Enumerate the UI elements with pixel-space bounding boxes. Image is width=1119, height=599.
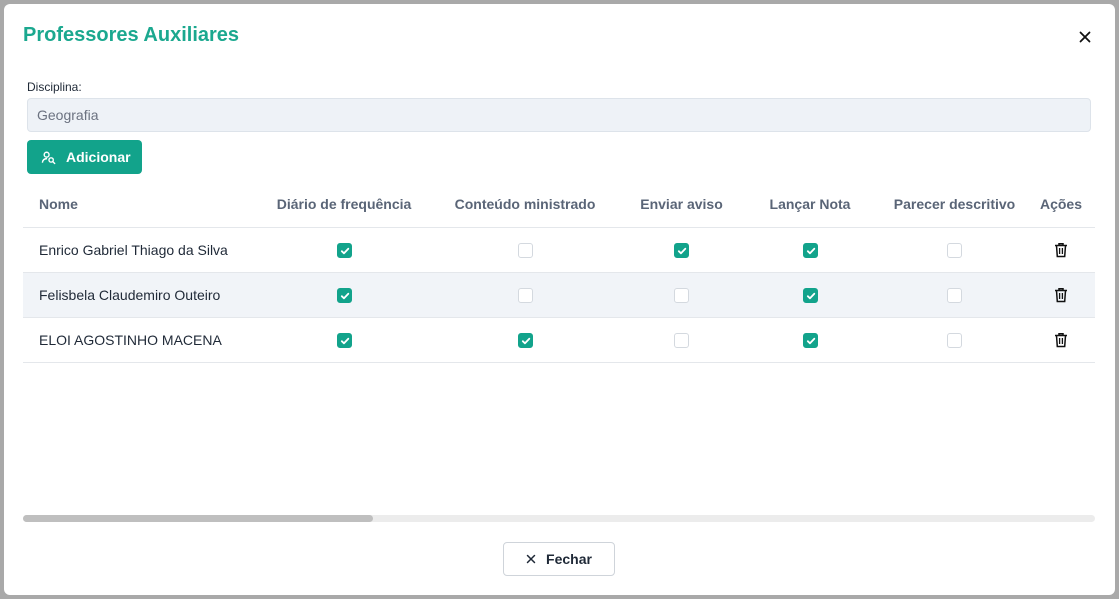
cell-conteudo bbox=[425, 272, 625, 318]
checkbox-nota[interactable] bbox=[802, 287, 818, 303]
check-icon bbox=[340, 337, 349, 345]
professores-table: Nome Diário de frequência Conteúdo minis… bbox=[23, 182, 1095, 363]
professor-name: Felisbela Claudemiro Outeiro bbox=[23, 272, 263, 318]
check-icon bbox=[806, 247, 815, 255]
add-button-label: Adicionar bbox=[66, 149, 131, 165]
checkbox-parecer[interactable] bbox=[947, 332, 962, 348]
cell-conteudo bbox=[425, 317, 625, 363]
user-search-icon bbox=[41, 151, 56, 164]
cell-aviso bbox=[625, 227, 738, 273]
cell-nota bbox=[738, 227, 882, 273]
table-header-row: Nome Diário de frequência Conteúdo minis… bbox=[23, 182, 1095, 228]
fechar-label: Fechar bbox=[546, 551, 592, 567]
cell-acoes bbox=[1027, 317, 1095, 363]
check-icon bbox=[677, 247, 687, 255]
table-row: Felisbela Claudemiro Outeiro bbox=[23, 272, 1095, 318]
checkbox-conteudo[interactable] bbox=[517, 332, 533, 348]
close-icon bbox=[526, 554, 536, 564]
trash-icon[interactable] bbox=[1054, 332, 1068, 348]
checkbox-diario[interactable] bbox=[336, 242, 352, 258]
modal-title: Professores Auxiliares bbox=[23, 24, 240, 46]
check-icon bbox=[521, 337, 530, 345]
cell-nota bbox=[738, 272, 882, 318]
check-icon bbox=[340, 247, 349, 255]
column-header-parecer[interactable]: Parecer descritivo bbox=[882, 182, 1027, 228]
disciplina-label: Disciplina: bbox=[27, 80, 82, 94]
table-row: Enrico Gabriel Thiago da Silva bbox=[23, 227, 1095, 273]
checkbox-aviso[interactable] bbox=[674, 332, 689, 348]
table-row: ELOI AGOSTINHO MACENA bbox=[23, 317, 1095, 363]
checkbox-parecer[interactable] bbox=[947, 242, 962, 258]
column-header-nota[interactable]: Lançar Nota bbox=[738, 182, 882, 228]
column-header-conteudo[interactable]: Conteúdo ministrado bbox=[425, 182, 625, 228]
close-icon[interactable] bbox=[1077, 29, 1093, 45]
checkbox-diario[interactable] bbox=[336, 332, 352, 348]
cell-diario bbox=[263, 227, 425, 273]
cell-parecer bbox=[882, 317, 1027, 363]
check-icon bbox=[340, 292, 349, 300]
cell-diario bbox=[263, 272, 425, 318]
cell-parecer bbox=[882, 272, 1027, 318]
column-header-diario[interactable]: Diário de frequência bbox=[263, 182, 425, 228]
cell-aviso bbox=[625, 317, 738, 363]
professores-auxiliares-modal: Professores Auxiliares Disciplina: Adici… bbox=[4, 4, 1115, 595]
checkbox-conteudo[interactable] bbox=[517, 287, 533, 303]
cell-nota bbox=[738, 317, 882, 363]
cell-parecer bbox=[882, 227, 1027, 273]
checkbox-diario[interactable] bbox=[336, 287, 352, 303]
checkbox-nota[interactable] bbox=[802, 332, 818, 348]
checkbox-nota[interactable] bbox=[802, 242, 818, 258]
fechar-button[interactable]: Fechar bbox=[503, 542, 615, 576]
check-icon bbox=[806, 337, 815, 345]
checkbox-aviso[interactable] bbox=[674, 242, 689, 258]
trash-icon[interactable] bbox=[1054, 287, 1068, 303]
check-icon bbox=[806, 292, 815, 300]
professor-name: Enrico Gabriel Thiago da Silva bbox=[23, 227, 263, 273]
scrollbar-thumb[interactable] bbox=[23, 515, 373, 522]
checkbox-aviso[interactable] bbox=[674, 287, 689, 303]
professor-name: ELOI AGOSTINHO MACENA bbox=[23, 317, 263, 363]
cell-diario bbox=[263, 317, 425, 363]
checkbox-conteudo[interactable] bbox=[517, 242, 533, 258]
horizontal-scrollbar[interactable] bbox=[23, 515, 1095, 522]
trash-icon[interactable] bbox=[1054, 242, 1068, 258]
cell-conteudo bbox=[425, 227, 625, 273]
professores-table-container: Nome Diário de frequência Conteúdo minis… bbox=[23, 182, 1095, 526]
cell-acoes bbox=[1027, 227, 1095, 273]
column-header-acoes: Ações bbox=[1027, 182, 1095, 228]
cell-acoes bbox=[1027, 272, 1095, 318]
cell-aviso bbox=[625, 272, 738, 318]
add-button[interactable]: Adicionar bbox=[27, 140, 142, 174]
disciplina-field[interactable] bbox=[27, 98, 1091, 132]
checkbox-parecer[interactable] bbox=[947, 287, 962, 303]
column-header-aviso[interactable]: Enviar aviso bbox=[625, 182, 738, 228]
column-header-nome[interactable]: Nome bbox=[23, 182, 263, 228]
